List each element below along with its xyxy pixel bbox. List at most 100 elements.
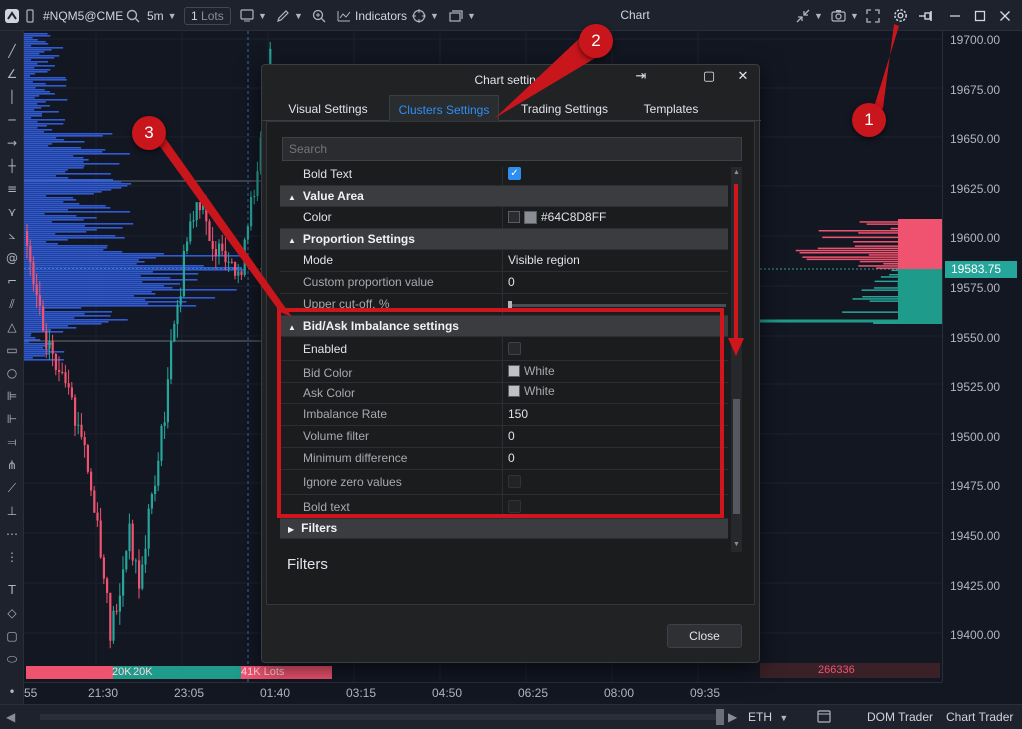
chart-type-icon[interactable]: ▼ bbox=[240, 0, 267, 31]
profile-bar bbox=[24, 61, 48, 63]
scroll-left-icon[interactable]: ◀ bbox=[6, 710, 15, 724]
tab-templates[interactable]: Templates bbox=[630, 95, 712, 121]
rectangle-icon[interactable]: ▭ bbox=[4, 342, 20, 358]
crosshair-icon[interactable]: ▼ bbox=[412, 0, 439, 31]
custom-proportion-input[interactable]: 0 bbox=[508, 275, 515, 289]
settings-search-input[interactable] bbox=[282, 137, 742, 161]
app-logo-icon[interactable] bbox=[4, 0, 20, 31]
parallel-channel-icon[interactable]: ≡ bbox=[4, 181, 20, 197]
fixed-profile-icon[interactable]: ⊩ bbox=[4, 411, 20, 427]
imbalance-rate-input[interactable]: 150 bbox=[508, 407, 528, 421]
mode-select[interactable]: Visible region bbox=[508, 253, 580, 267]
bid-color-picker[interactable]: White bbox=[508, 364, 555, 378]
dot-icon[interactable]: • bbox=[4, 684, 20, 700]
ruler-icon[interactable]: ⌐ bbox=[4, 273, 20, 289]
scrollbar-thumb[interactable] bbox=[733, 399, 740, 514]
calendar-icon[interactable] bbox=[817, 709, 831, 726]
candle-body bbox=[128, 523, 131, 552]
property-grid-scrollbar[interactable]: ▲ ▼ bbox=[731, 167, 742, 552]
tab-visual-settings[interactable]: Visual Settings bbox=[268, 95, 388, 121]
scroll-up-icon[interactable]: ▲ bbox=[733, 169, 740, 176]
volume-profile-icon[interactable]: ⊫ bbox=[4, 388, 20, 404]
session-selector[interactable]: ETH ▼ bbox=[748, 710, 788, 724]
vertical-line-icon[interactable]: │ bbox=[4, 89, 20, 105]
property-label: Mode bbox=[303, 253, 334, 267]
bold-text-2-checkbox[interactable] bbox=[508, 500, 521, 513]
footprint-icon[interactable]: ⋔ bbox=[4, 457, 20, 473]
color-picker[interactable]: #64C8D8FF bbox=[508, 210, 606, 224]
volume-profile-left bbox=[24, 33, 244, 361]
circle-icon[interactable]: ○ bbox=[4, 365, 20, 381]
timeframe-selector[interactable]: 5m ▼ bbox=[147, 0, 177, 31]
angle-icon[interactable]: ∠ bbox=[4, 66, 20, 82]
fan-icon[interactable]: ⦣ bbox=[4, 227, 20, 243]
cross-line-icon[interactable]: ┼ bbox=[4, 158, 20, 174]
callout-icon[interactable]: ▢ bbox=[4, 628, 20, 644]
eraser-icon[interactable]: ⬭ bbox=[4, 651, 20, 667]
symbol-selector[interactable]: #NQM5@CME bbox=[43, 0, 123, 31]
measure-icon[interactable]: ⊥ bbox=[4, 503, 20, 519]
volume-filter-input[interactable]: 0 bbox=[508, 429, 515, 443]
upper-cutoff-slider[interactable] bbox=[508, 301, 726, 310]
section-filters[interactable]: ▶ Filters bbox=[280, 519, 728, 539]
arrow-icon[interactable]: → bbox=[4, 135, 20, 151]
price-axis[interactable]: 19700.00 19675.00 19650.00 19625.00 19600.00… bbox=[942, 31, 1022, 682]
property-label: Minimum difference bbox=[303, 451, 408, 465]
section-expanded-label: ▲ Bid/Ask Imbalance settings bbox=[288, 319, 459, 333]
property-label: Volume filter bbox=[303, 429, 370, 443]
time-scrollbar-thumb[interactable] bbox=[716, 709, 724, 725]
volume-label-c: 41K Lots bbox=[241, 666, 285, 678]
dialog-pin-icon[interactable]: ⇥ bbox=[632, 69, 650, 84]
ignore-zero-checkbox[interactable] bbox=[508, 475, 521, 488]
close-window-icon[interactable] bbox=[999, 0, 1011, 31]
lots-field[interactable]: 1 Lots bbox=[184, 0, 231, 31]
current-price-label: 19583.75 bbox=[945, 261, 1017, 278]
section-proportion-settings[interactable]: ▲ Proportion Settings bbox=[280, 229, 728, 250]
layout-icon[interactable]: ▼ bbox=[449, 0, 476, 31]
minimum-difference-input[interactable]: 0 bbox=[508, 451, 515, 465]
collapse-arrows-icon[interactable]: ▼ bbox=[796, 0, 823, 31]
session-profile-icon[interactable]: ⫤ bbox=[4, 434, 20, 450]
fullscreen-icon[interactable] bbox=[866, 0, 880, 31]
indicators-button[interactable]: Indicators bbox=[337, 0, 407, 31]
chart-trader-button[interactable]: Chart Trader bbox=[946, 710, 1013, 724]
dotted-range-icon[interactable]: ⋯ bbox=[4, 526, 20, 542]
zoom-icon[interactable] bbox=[312, 0, 326, 31]
bold-text-checkbox[interactable]: ✓ bbox=[508, 167, 521, 180]
camera-icon[interactable]: ▼ bbox=[831, 0, 859, 31]
dotted-column-icon[interactable]: ⋮ bbox=[4, 549, 20, 565]
slider-thumb[interactable] bbox=[508, 301, 512, 310]
gear-icon[interactable] bbox=[893, 0, 908, 31]
tag-icon[interactable]: ◇ bbox=[4, 605, 20, 621]
pin-icon[interactable] bbox=[918, 0, 934, 31]
dom-trader-button[interactable]: DOM Trader bbox=[867, 710, 933, 724]
pencil-icon[interactable]: ▼ bbox=[276, 0, 303, 31]
maximize-icon[interactable] bbox=[974, 0, 986, 31]
horizontal-line-icon[interactable]: ─ bbox=[4, 112, 20, 128]
section-bid-ask-imbalance[interactable]: ▲ Bid/Ask Imbalance settings bbox=[280, 316, 728, 337]
section-value-area[interactable]: ▲ Value Area bbox=[280, 186, 728, 207]
time-scrollbar[interactable] bbox=[40, 714, 720, 720]
tab-clusters-settings[interactable]: Clusters Settings bbox=[389, 95, 499, 121]
dialog-close-icon[interactable]: ✕ bbox=[734, 69, 752, 84]
ask-color-picker[interactable]: White bbox=[508, 384, 555, 398]
profile-bar bbox=[24, 327, 77, 329]
close-button[interactable]: Close bbox=[667, 624, 742, 648]
trend-line-icon[interactable]: ╱ bbox=[4, 43, 20, 59]
scroll-down-icon[interactable]: ▼ bbox=[733, 541, 740, 548]
minimize-icon[interactable] bbox=[949, 0, 961, 31]
tab-trading-settings[interactable]: Trading Settings bbox=[507, 95, 622, 121]
symbol-menu-icon[interactable] bbox=[26, 0, 34, 31]
fib-icon[interactable]: ⫽ bbox=[4, 296, 20, 312]
dialog-maximize-icon[interactable]: ▢ bbox=[700, 69, 718, 84]
profile-bar bbox=[24, 57, 55, 59]
spiral-icon[interactable]: @ bbox=[4, 250, 20, 266]
triangle-icon[interactable]: △ bbox=[4, 319, 20, 335]
text-icon[interactable]: T bbox=[4, 582, 20, 598]
enabled-checkbox[interactable] bbox=[508, 342, 521, 355]
scroll-right-icon[interactable]: ▶ bbox=[728, 710, 737, 724]
regression-icon[interactable]: ⟋ bbox=[4, 480, 20, 496]
search-icon[interactable] bbox=[126, 0, 140, 31]
pitchfork-icon[interactable]: ⋎ bbox=[4, 204, 20, 220]
time-axis[interactable]: 55 21:30 23:05 01:40 03:15 04:50 06:25 08:00 09:… bbox=[24, 682, 942, 704]
